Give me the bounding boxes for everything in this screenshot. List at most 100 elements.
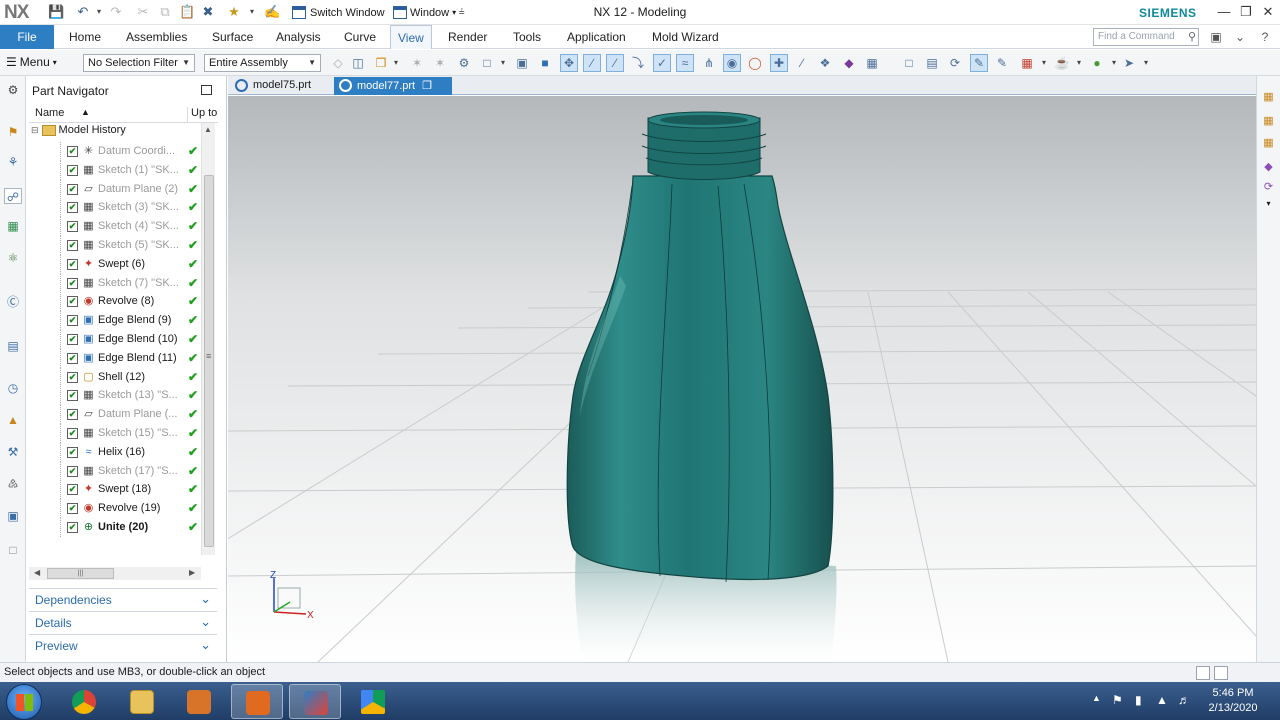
feature-checkbox[interactable]: ✔: [67, 315, 78, 327]
feature-checkbox[interactable]: ✔: [67, 258, 78, 270]
tab-surface[interactable]: Surface: [205, 25, 260, 49]
selection-filter-dropdown[interactable]: No Selection Filter ▼: [83, 54, 195, 72]
hd3d-tools-icon[interactable]: ⚛: [5, 250, 21, 266]
taskbar-clock[interactable]: 5:46 PM 2/13/2020: [1200, 686, 1266, 716]
tab-model75[interactable]: model75.prt: [230, 77, 332, 95]
assembly-scope-dropdown[interactable]: Entire Assembly ▼: [204, 54, 321, 72]
existing-point-icon[interactable]: ✚: [770, 54, 788, 72]
center-point-icon[interactable]: ◉: [723, 54, 741, 72]
feature-row[interactable]: ✔ ▣ Edge Blend (9) ✔: [29, 311, 201, 331]
feature-checkbox[interactable]: ✔: [67, 202, 78, 214]
feature-checkbox[interactable]: ✔: [67, 503, 78, 515]
material-icon[interactable]: ◆: [1261, 160, 1276, 175]
tab-render[interactable]: Render: [441, 25, 494, 49]
feature-row[interactable]: ✔ ▣ Edge Blend (11) ✔: [29, 348, 201, 368]
zoom-icon[interactable]: ▤: [923, 54, 941, 72]
feature-row[interactable]: ✔ ◉ Revolve (19) ✔: [29, 499, 201, 519]
scroll-left-icon[interactable]: ◀: [34, 568, 40, 577]
feature-checkbox[interactable]: ✔: [67, 164, 78, 176]
show-hide-icon[interactable]: ▣: [513, 54, 531, 72]
feature-row[interactable]: ✔ ▦ Sketch (7) "SK... ✔: [29, 273, 201, 293]
selection-intent-icon[interactable]: ⚙: [455, 54, 473, 72]
tab-tools[interactable]: Tools: [506, 25, 548, 49]
close-icon[interactable]: ✕: [1258, 2, 1278, 22]
tab-model77[interactable]: model77.prt ❐ ✕: [334, 77, 452, 105]
rendering-style-dropdown-icon[interactable]: ▾: [1040, 54, 1048, 72]
feature-checkbox[interactable]: ✔: [67, 371, 78, 383]
help-icon[interactable]: ?: [1257, 29, 1273, 45]
part-cube-icon[interactable]: ▦: [1261, 136, 1276, 151]
feature-row[interactable]: ✔ ▱ Datum Plane (2) ✔: [29, 179, 201, 199]
navigator-vertical-scrollbar[interactable]: ▲ ≡: [201, 123, 215, 555]
refresh-icon[interactable]: ⟳: [1261, 180, 1276, 195]
wcs-icon[interactable]: ➤: [1120, 54, 1138, 72]
part-cube-icon[interactable]: ▦: [1261, 114, 1276, 129]
graphics-canvas[interactable]: Z X: [228, 96, 1256, 662]
feature-row[interactable]: ✔ ▦ Sketch (5) "SK... ✔: [29, 236, 201, 255]
clock-history-icon[interactable]: ◷: [5, 380, 21, 396]
feature-checkbox[interactable]: ✔: [67, 296, 78, 308]
feature-row[interactable]: ✔ ▦ Sketch (13) "S... ✔: [29, 386, 201, 406]
select-type-icon[interactable]: ❒: [372, 54, 390, 72]
navigator-horizontal-scrollbar[interactable]: ◀ ||| ▶: [29, 567, 201, 580]
pan-icon[interactable]: ✎: [970, 54, 988, 72]
select-feature-icon[interactable]: ✶: [408, 54, 426, 72]
web-browser-icon[interactable]: Ⓒ: [5, 294, 21, 310]
roles-icon[interactable]: ▣: [5, 508, 21, 524]
shaded-cube-icon[interactable]: ■: [536, 54, 554, 72]
feature-checkbox[interactable]: ✔: [67, 277, 78, 289]
minimize-icon[interactable]: —: [1214, 2, 1234, 22]
snap-point-icon[interactable]: ✥: [560, 54, 578, 72]
feature-checkbox[interactable]: ✔: [67, 146, 78, 157]
volume-icon[interactable]: ♬: [1178, 693, 1190, 707]
selection-list-icon[interactable]: [1196, 666, 1210, 680]
find-command-input[interactable]: Find a Command ⚲: [1093, 28, 1199, 46]
tab-analysis[interactable]: Analysis: [269, 25, 328, 49]
feature-checkbox[interactable]: ✔: [67, 522, 78, 533]
feature-checkbox[interactable]: ✔: [67, 446, 78, 458]
scroll-thumb[interactable]: [204, 175, 214, 547]
feature-row[interactable]: ✔ ▢ Shell (12) ✔: [29, 367, 201, 387]
rendering-style-icon[interactable]: ▦: [1018, 54, 1036, 72]
edit-display-dropdown-icon[interactable]: ▾: [1075, 54, 1083, 72]
curve-point-icon[interactable]: ≈: [676, 54, 694, 72]
process-studio-icon[interactable]: ⚒: [5, 444, 21, 460]
feature-row[interactable]: ✔ ✳ Datum Coordi... ✔: [29, 142, 201, 161]
fit-view-icon[interactable]: □: [900, 54, 918, 72]
feature-checkbox[interactable]: ✔: [67, 484, 78, 496]
manufacturing-wizards-icon[interactable]: ♷: [5, 476, 21, 492]
feature-checkbox[interactable]: ✔: [67, 352, 78, 364]
column-name[interactable]: Name: [35, 107, 64, 119]
arc-center-icon[interactable]: ⋔: [700, 54, 718, 72]
mid-point-icon[interactable]: ∕: [606, 54, 624, 72]
system-materials-icon[interactable]: ▲: [5, 412, 21, 428]
preview-panel[interactable]: Preview ⌄: [29, 634, 217, 656]
tab-curve[interactable]: Curve: [337, 25, 383, 49]
menu-button[interactable]: ☰ Menu ▾: [6, 55, 57, 69]
constraint-navigator-icon[interactable]: ⚘: [5, 154, 21, 170]
column-up-to[interactable]: Up to: [187, 107, 217, 122]
select-type-dropdown-icon[interactable]: ▾: [392, 54, 400, 72]
intersection-point-icon[interactable]: ✓: [653, 54, 671, 72]
view-orient-icon[interactable]: ✎: [993, 54, 1011, 72]
feature-row[interactable]: ✔ ⊕ Unite (20) ✔: [29, 518, 201, 537]
feature-row[interactable]: ✔ ✦ Swept (6) ✔: [29, 254, 201, 274]
tab-home[interactable]: Home: [62, 25, 108, 49]
point-on-face-icon[interactable]: ❖: [816, 54, 834, 72]
reuse-library-icon[interactable]: ▦: [5, 218, 21, 234]
part-cube-icon[interactable]: ▦: [1261, 90, 1276, 105]
taskbar-chrome[interactable]: [58, 684, 110, 719]
feature-checkbox[interactable]: ✔: [67, 221, 78, 233]
feature-checkbox[interactable]: ✔: [67, 334, 78, 345]
more-tools-icon[interactable]: ▾: [1261, 196, 1276, 211]
feature-checkbox[interactable]: ✔: [67, 409, 78, 421]
part-navigator-icon[interactable]: ☍: [4, 188, 22, 204]
pole-icon[interactable]: ▦: [863, 54, 881, 72]
feature-row[interactable]: ✔ ▦ Sketch (4) "SK... ✔: [29, 217, 201, 237]
feature-row[interactable]: ✔ ▣ Edge Blend (10) ✔: [29, 330, 201, 349]
feature-checkbox[interactable]: ✔: [67, 183, 78, 195]
scroll-up-icon[interactable]: ▲: [204, 125, 212, 134]
wcs-dropdown-icon[interactable]: ▾: [1142, 54, 1150, 72]
layer-dropdown-icon[interactable]: ▾: [1110, 54, 1118, 72]
collapse-ribbon-icon[interactable]: ⌄: [1232, 29, 1248, 45]
